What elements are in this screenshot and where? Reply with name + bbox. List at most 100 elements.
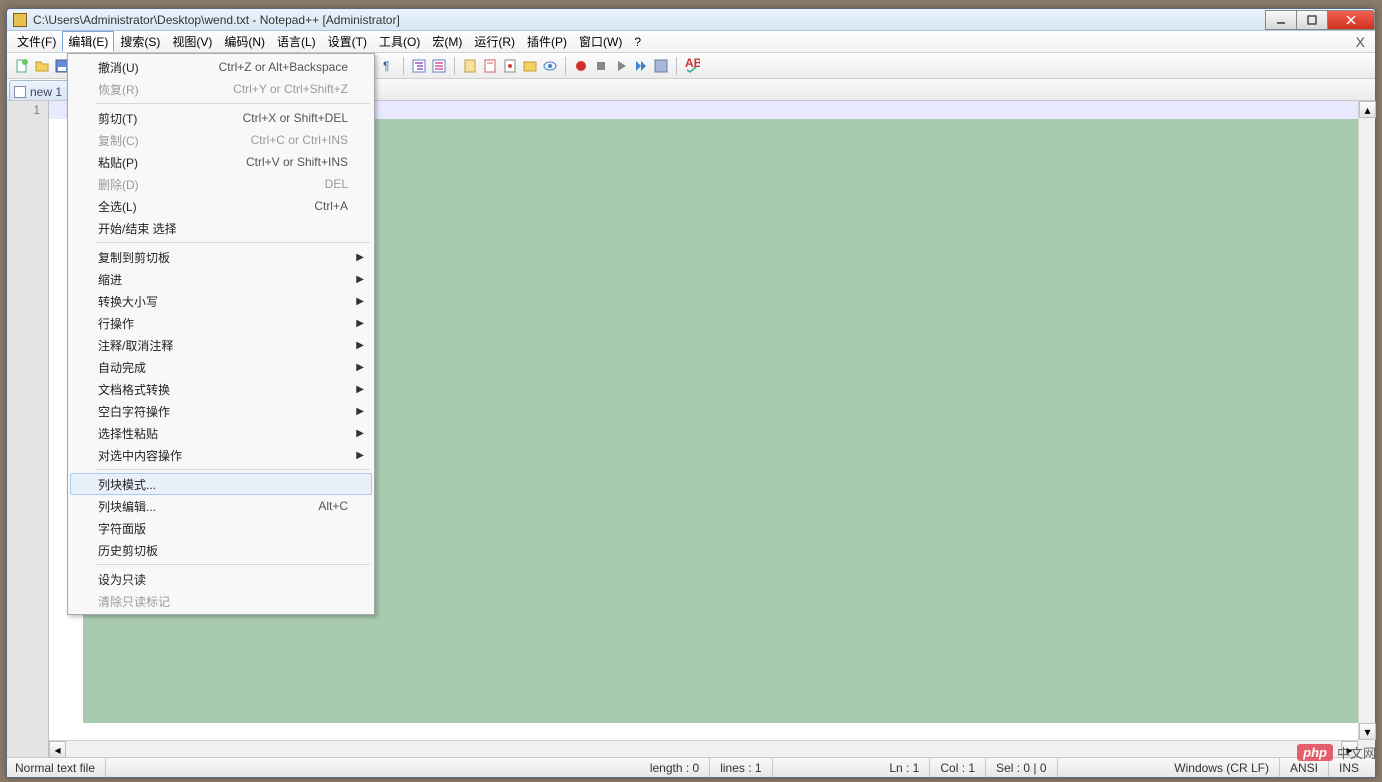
menu-separator [96,564,370,565]
menu-encoding[interactable]: 编码(N) [218,31,271,52]
menu-item-label: 恢复(R) [98,81,233,98]
menu-item[interactable]: 选择性粘贴▶ [70,422,372,444]
menu-item: 删除(D)DEL [70,173,372,195]
status-length: length : 0 [640,758,710,777]
menu-item-shortcut: Ctrl+Z or Alt+Backspace [219,60,348,74]
menu-item-label: 开始/结束 选择 [98,220,348,237]
menu-item-label: 复制(C) [98,132,251,149]
func-list-icon[interactable] [501,57,519,75]
menu-item-label: 注释/取消注释 [98,337,348,354]
save-macro-icon[interactable] [652,57,670,75]
menu-item[interactable]: 字符面版 [70,517,372,539]
menu-window[interactable]: 窗口(W) [573,31,628,52]
horizontal-scrollbar[interactable]: ◂ ▸ [49,740,1358,757]
submenu-arrow-icon: ▶ [356,252,364,263]
menu-item-label: 清除只读标记 [98,593,348,610]
document-close-x[interactable]: X [1350,34,1371,50]
play-macro-icon[interactable] [612,57,630,75]
show-all-chars-icon[interactable]: ¶ [379,57,397,75]
menu-item[interactable]: 缩进 ▶ [70,268,372,290]
edit-menu-dropdown: 撤消(U)Ctrl+Z or Alt+Backspace恢复(R)Ctrl+Y … [67,53,375,615]
scroll-up-icon[interactable]: ▴ [1359,101,1376,118]
scroll-left-icon[interactable]: ◂ [49,741,66,758]
menu-search[interactable]: 搜索(S) [114,31,166,52]
record-macro-icon[interactable] [572,57,590,75]
menu-settings[interactable]: 设置(T) [322,31,373,52]
submenu-arrow-icon: ▶ [356,296,364,307]
watermark: php 中文网 [1297,743,1376,762]
maximize-button[interactable] [1296,10,1328,30]
menu-item[interactable]: 粘贴(P)Ctrl+V or Shift+INS [70,151,372,173]
menu-language[interactable]: 语言(L) [271,31,322,52]
menu-item[interactable]: 剪切(T)Ctrl+X or Shift+DEL [70,107,372,129]
menu-item[interactable]: 自动完成▶ [70,356,372,378]
doc-map-icon[interactable] [461,57,479,75]
play-multi-icon[interactable] [632,57,650,75]
close-button[interactable] [1327,10,1375,30]
menu-item-label: 历史剪切板 [98,542,348,559]
menu-item[interactable]: 复制到剪切板▶ [70,246,372,268]
menu-separator [96,469,370,470]
indent-guide-icon[interactable] [410,57,428,75]
menu-item: 恢复(R)Ctrl+Y or Ctrl+Shift+Z [70,78,372,100]
menu-tools[interactable]: 工具(O) [373,31,426,52]
menu-item[interactable]: 全选(L)Ctrl+A [70,195,372,217]
menu-item[interactable]: 注释/取消注释 ▶ [70,334,372,356]
titlebar[interactable]: C:\Users\Administrator\Desktop\wend.txt … [7,9,1375,31]
new-file-icon[interactable] [13,57,31,75]
menu-edit[interactable]: 编辑(E) [62,31,114,52]
submenu-arrow-icon: ▶ [356,318,364,329]
menu-item-label: 转换大小写 [98,293,348,310]
toolbar-separator [403,57,404,75]
menu-item[interactable]: 设为只读 [70,568,372,590]
menu-item: 清除只读标记 [70,590,372,612]
doc-list-icon[interactable] [481,57,499,75]
line-number: 1 [7,103,40,117]
app-window: C:\Users\Administrator\Desktop\wend.txt … [6,8,1376,778]
menu-view[interactable]: 视图(V) [166,31,218,52]
minimize-button[interactable] [1265,10,1297,30]
scroll-down-icon[interactable]: ▾ [1359,723,1376,740]
submenu-arrow-icon: ▶ [356,274,364,285]
monitoring-icon[interactable] [541,57,559,75]
menu-item[interactable]: 列块编辑...Alt+C [70,495,372,517]
folder-workspace-icon[interactable] [521,57,539,75]
menu-item[interactable]: 撤消(U)Ctrl+Z or Alt+Backspace [70,56,372,78]
menu-item-shortcut: Alt+C [318,499,348,513]
statusbar: Normal text file length : 0 lines : 1 Ln… [7,757,1375,777]
submenu-arrow-icon: ▶ [356,340,364,351]
menu-item[interactable]: 文档格式转换▶ [70,378,372,400]
menu-macro[interactable]: 宏(M) [426,31,468,52]
menu-item-shortcut: Ctrl+A [314,199,348,213]
menu-item[interactable]: 历史剪切板 [70,539,372,561]
menu-item-label: 设为只读 [98,571,348,588]
menu-item[interactable]: 列块模式... [70,473,372,495]
menu-item[interactable]: 转换大小写 ▶ [70,290,372,312]
menu-file[interactable]: 文件(F) [11,31,62,52]
stop-macro-icon[interactable] [592,57,610,75]
menu-item[interactable]: 行操作▶ [70,312,372,334]
menubar: 文件(F) 编辑(E) 搜索(S) 视图(V) 编码(N) 语言(L) 设置(T… [7,31,1375,53]
menu-help[interactable]: ? [628,33,647,51]
vertical-scrollbar[interactable]: ▴ ▾ [1358,101,1375,740]
spellcheck-icon[interactable]: ABC [683,57,701,75]
submenu-arrow-icon: ▶ [356,384,364,395]
menu-item[interactable]: 对选中内容操作▶ [70,444,372,466]
menu-item[interactable]: 空白字符操作▶ [70,400,372,422]
tab-new1[interactable]: new 1 [9,80,71,100]
menu-item-label: 选择性粘贴 [98,425,348,442]
scroll-track[interactable] [1359,118,1375,723]
menu-item[interactable]: 开始/结束 选择 [70,217,372,239]
menu-run[interactable]: 运行(R) [468,31,521,52]
menu-plugins[interactable]: 插件(P) [521,31,573,52]
menu-item-label: 自动完成 [98,359,348,376]
scroll-track[interactable] [66,741,1341,757]
menu-item-label: 缩进 [98,271,348,288]
window-title: C:\Users\Administrator\Desktop\wend.txt … [33,13,1266,27]
tab-label: new 1 [30,85,62,99]
open-file-icon[interactable] [33,57,51,75]
status-eol[interactable]: Windows (CR LF) [1164,758,1280,777]
menu-item-label: 撤消(U) [98,59,219,76]
status-ln: Ln : 1 [879,758,930,777]
user-lang-icon[interactable] [430,57,448,75]
